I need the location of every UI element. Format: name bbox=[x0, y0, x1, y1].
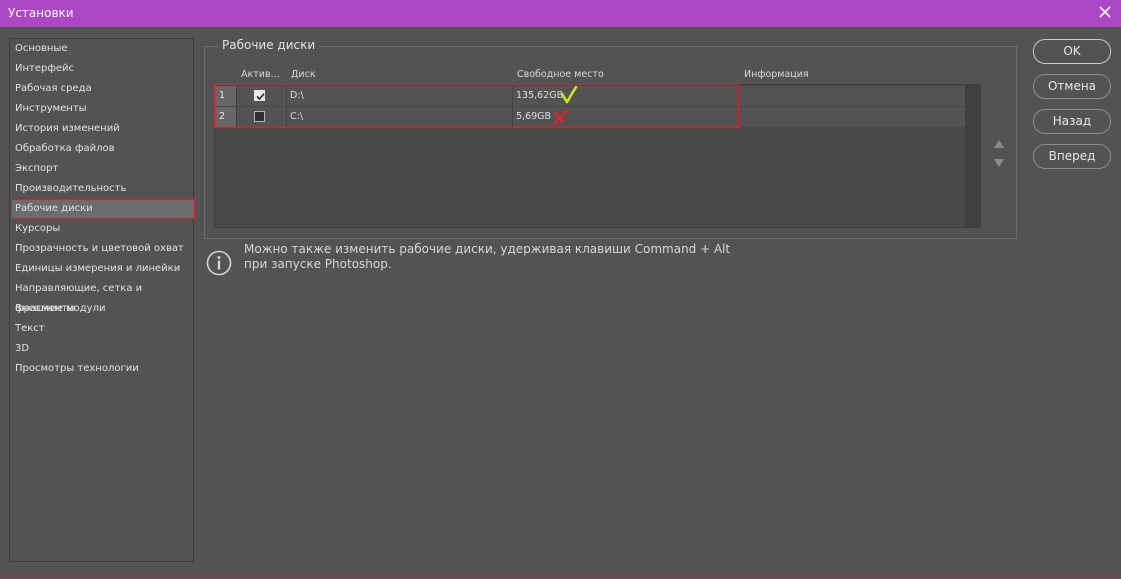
move-down-arrow-icon[interactable] bbox=[993, 153, 1005, 167]
column-header-free-space[interactable]: Свободное место bbox=[517, 69, 604, 80]
active-checkbox[interactable] bbox=[254, 90, 265, 101]
sidebar-item-workspace[interactable]: Рабочая среда bbox=[11, 79, 195, 99]
background-strip bbox=[0, 573, 1121, 579]
table-row[interactable]: 1 D:\ 135,62GB bbox=[215, 85, 965, 106]
sidebar-item-history-log[interactable]: История изменений bbox=[11, 119, 195, 139]
sidebar-item-file-handling[interactable]: Обработка файлов bbox=[11, 139, 195, 159]
free-space-value: 5,69GB bbox=[516, 111, 552, 122]
info-text-line-1: Можно также изменить рабочие диски, удер… bbox=[244, 242, 731, 256]
row-number: 1 bbox=[215, 86, 236, 106]
forward-button[interactable]: Вперед bbox=[1033, 144, 1111, 169]
title-bar: Установки bbox=[0, 0, 1121, 27]
column-header-information[interactable]: Информация bbox=[744, 69, 809, 80]
sidebar-item-performance[interactable]: Производительность bbox=[11, 179, 195, 199]
close-icon[interactable] bbox=[1097, 4, 1113, 20]
sidebar-item-guides-grid-slices[interactable]: Направляющие, сетка и фрагменты bbox=[11, 279, 195, 314]
sidebar-item-transparency-gamut[interactable]: Прозрачность и цветовой охват bbox=[11, 239, 195, 259]
scratch-disks-group-title: Рабочие диски bbox=[218, 38, 320, 52]
back-button[interactable]: Назад bbox=[1033, 109, 1111, 134]
row-number: 2 bbox=[215, 107, 236, 127]
cross-mark-icon bbox=[551, 108, 569, 126]
active-checkbox[interactable] bbox=[254, 111, 265, 122]
preferences-sidebar: Основные Интерфейс Рабочая среда Инструм… bbox=[9, 38, 195, 562]
ok-button[interactable]: OK bbox=[1033, 39, 1111, 64]
sidebar-item-tools[interactable]: Инструменты bbox=[11, 99, 195, 119]
move-up-arrow-icon[interactable] bbox=[993, 134, 1005, 148]
free-space-value: 135,62GB bbox=[516, 90, 564, 101]
info-value bbox=[745, 107, 945, 127]
table-row[interactable]: 2 C:\ 5,69GB bbox=[215, 107, 965, 127]
sidebar-item-scratch-disks[interactable]: Рабочие диски bbox=[11, 199, 195, 219]
cancel-button[interactable]: Отмена bbox=[1033, 74, 1111, 99]
scratch-disks-table: 1 D:\ 135,62GB 2 C:\ 5,69GB bbox=[214, 84, 981, 228]
column-header-active[interactable]: Актив... bbox=[241, 69, 280, 80]
window-title: Установки bbox=[8, 6, 74, 20]
sidebar-item-export[interactable]: Экспорт bbox=[11, 159, 195, 179]
column-header-disk[interactable]: Диск bbox=[291, 69, 316, 80]
sidebar-item-cursors[interactable]: Курсоры bbox=[11, 219, 195, 239]
sidebar-item-3d[interactable]: 3D bbox=[11, 339, 195, 359]
sidebar-item-interface[interactable]: Интерфейс bbox=[11, 59, 195, 79]
sidebar-item-units-rulers[interactable]: Единицы измерения и линейки bbox=[11, 259, 195, 279]
check-mark-icon bbox=[560, 85, 578, 106]
info-value bbox=[745, 86, 945, 106]
info-text-line-2: при запуске Photoshop. bbox=[244, 257, 392, 271]
info-icon bbox=[206, 250, 232, 276]
sidebar-item-type[interactable]: Текст bbox=[11, 319, 195, 339]
table-scrollbar[interactable] bbox=[965, 85, 980, 227]
disk-name: C:\ bbox=[290, 111, 304, 122]
sidebar-item-technology-previews[interactable]: Просмотры технологии bbox=[11, 359, 195, 379]
sidebar-item-plugins[interactable]: Внешние модули bbox=[11, 299, 195, 319]
disk-name: D:\ bbox=[290, 90, 304, 101]
sidebar-item-general[interactable]: Основные bbox=[11, 39, 195, 59]
